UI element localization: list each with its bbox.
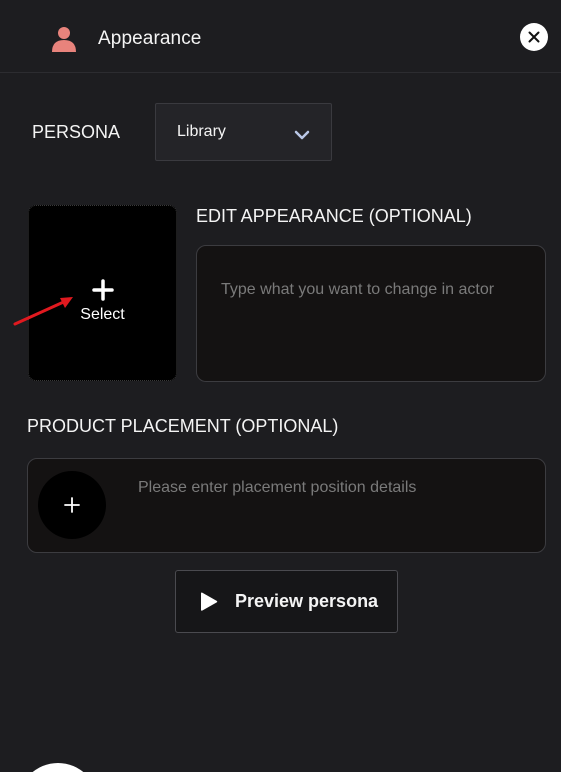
chevron-down-icon (294, 130, 310, 140)
user-icon (52, 27, 76, 52)
edit-appearance-placeholder: Type what you want to change in actor (221, 281, 495, 298)
plus-icon (64, 497, 80, 513)
play-icon (201, 592, 218, 611)
bottom-partial-button[interactable] (18, 763, 98, 772)
select-label: Select (80, 306, 125, 323)
plus-icon (92, 279, 114, 301)
product-placement-label: PRODUCT PLACEMENT (OPTIONAL) (27, 416, 339, 436)
close-button[interactable] (520, 23, 548, 51)
close-icon (528, 31, 540, 43)
preview-persona-button[interactable]: Preview persona (175, 570, 398, 633)
edit-appearance-input[interactable]: Type what you want to change in actor (196, 245, 546, 382)
add-product-button[interactable] (38, 471, 106, 539)
persona-source-value: Library (177, 123, 226, 140)
persona-label: PERSONA (32, 122, 121, 142)
product-placement-placeholder: Please enter placement position details (138, 479, 417, 496)
persona-source-select[interactable]: Library (155, 103, 332, 161)
panel-header: Appearance (0, 0, 561, 73)
edit-appearance-label: EDIT APPEARANCE (OPTIONAL) (196, 206, 472, 226)
appearance-panel: Appearance PERSONA Library Select EDIT A… (0, 0, 561, 772)
preview-persona-label: Preview persona (235, 591, 379, 611)
product-placement-field[interactable]: Please enter placement position details (27, 458, 546, 553)
panel-title: Appearance (98, 28, 202, 49)
persona-image-select-button[interactable]: Select (28, 205, 177, 381)
